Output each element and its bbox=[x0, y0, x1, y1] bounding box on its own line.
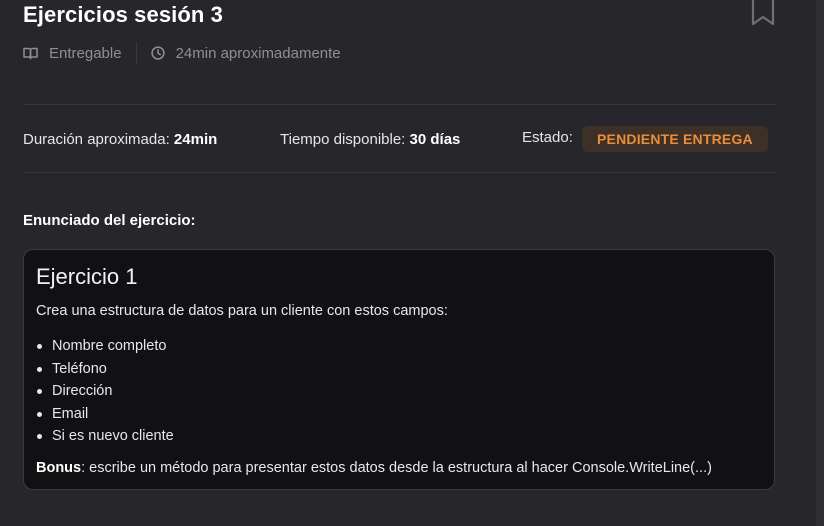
bonus-text: Bonus: escribe un método para presentar … bbox=[36, 460, 712, 476]
list-item: Si es nuevo cliente bbox=[36, 425, 174, 448]
meta-duration-label: 24min aproximadamente bbox=[175, 44, 341, 62]
duration-value: 24min bbox=[173, 131, 218, 148]
fields-list: Nombre completo Teléfono Dirección Email… bbox=[36, 335, 174, 448]
info-row: Duración aproximada: 24min Tiempo dispon… bbox=[23, 126, 776, 154]
exercise-meta: Entregable 24min aproximadamente bbox=[23, 42, 341, 64]
page-title: Ejercicios sesión 3 bbox=[23, 2, 224, 27]
exercise-card: Ejercicio 1 Crea una estructura de datos… bbox=[23, 249, 775, 490]
meta-deliverable-label: Entregable bbox=[49, 44, 122, 62]
book-open-icon bbox=[23, 47, 38, 59]
available-label: Tiempo disponible: bbox=[280, 131, 406, 148]
list-item: Nombre completo bbox=[36, 335, 174, 358]
scrollbar-track[interactable] bbox=[816, 0, 824, 526]
bookmark-icon[interactable] bbox=[750, 0, 776, 28]
list-item: Email bbox=[36, 403, 174, 426]
status-label: Estado: bbox=[522, 129, 573, 146]
available-value: 30 días bbox=[409, 131, 461, 148]
exercise-page: Ejercicios sesión 3 Entregable 24min apr… bbox=[0, 0, 824, 526]
bonus-description: : escribe un método para presentar estos… bbox=[81, 460, 712, 476]
divider-bottom bbox=[23, 172, 776, 173]
exercise-title: Ejercicio 1 bbox=[36, 264, 138, 289]
exercise-description: Crea una estructura de datos para un cli… bbox=[36, 303, 448, 319]
duration-label: Duración aproximada: bbox=[23, 131, 170, 148]
bonus-label: Bonus bbox=[36, 460, 82, 476]
divider-top bbox=[23, 104, 776, 105]
exercise-section-label: Enunciado del ejercicio: bbox=[23, 212, 196, 229]
meta-duration: 24min aproximadamente bbox=[150, 44, 341, 62]
list-item: Dirección bbox=[36, 380, 174, 403]
info-available-time: Tiempo disponible: 30 días bbox=[280, 131, 460, 148]
meta-deliverable: Entregable bbox=[23, 45, 122, 62]
status-badge: PENDIENTE ENTREGA bbox=[582, 126, 768, 152]
info-duration: Duración aproximada: 24min bbox=[23, 131, 217, 148]
list-item: Teléfono bbox=[36, 358, 174, 381]
clock-icon bbox=[150, 46, 165, 60]
meta-divider bbox=[135, 42, 137, 64]
